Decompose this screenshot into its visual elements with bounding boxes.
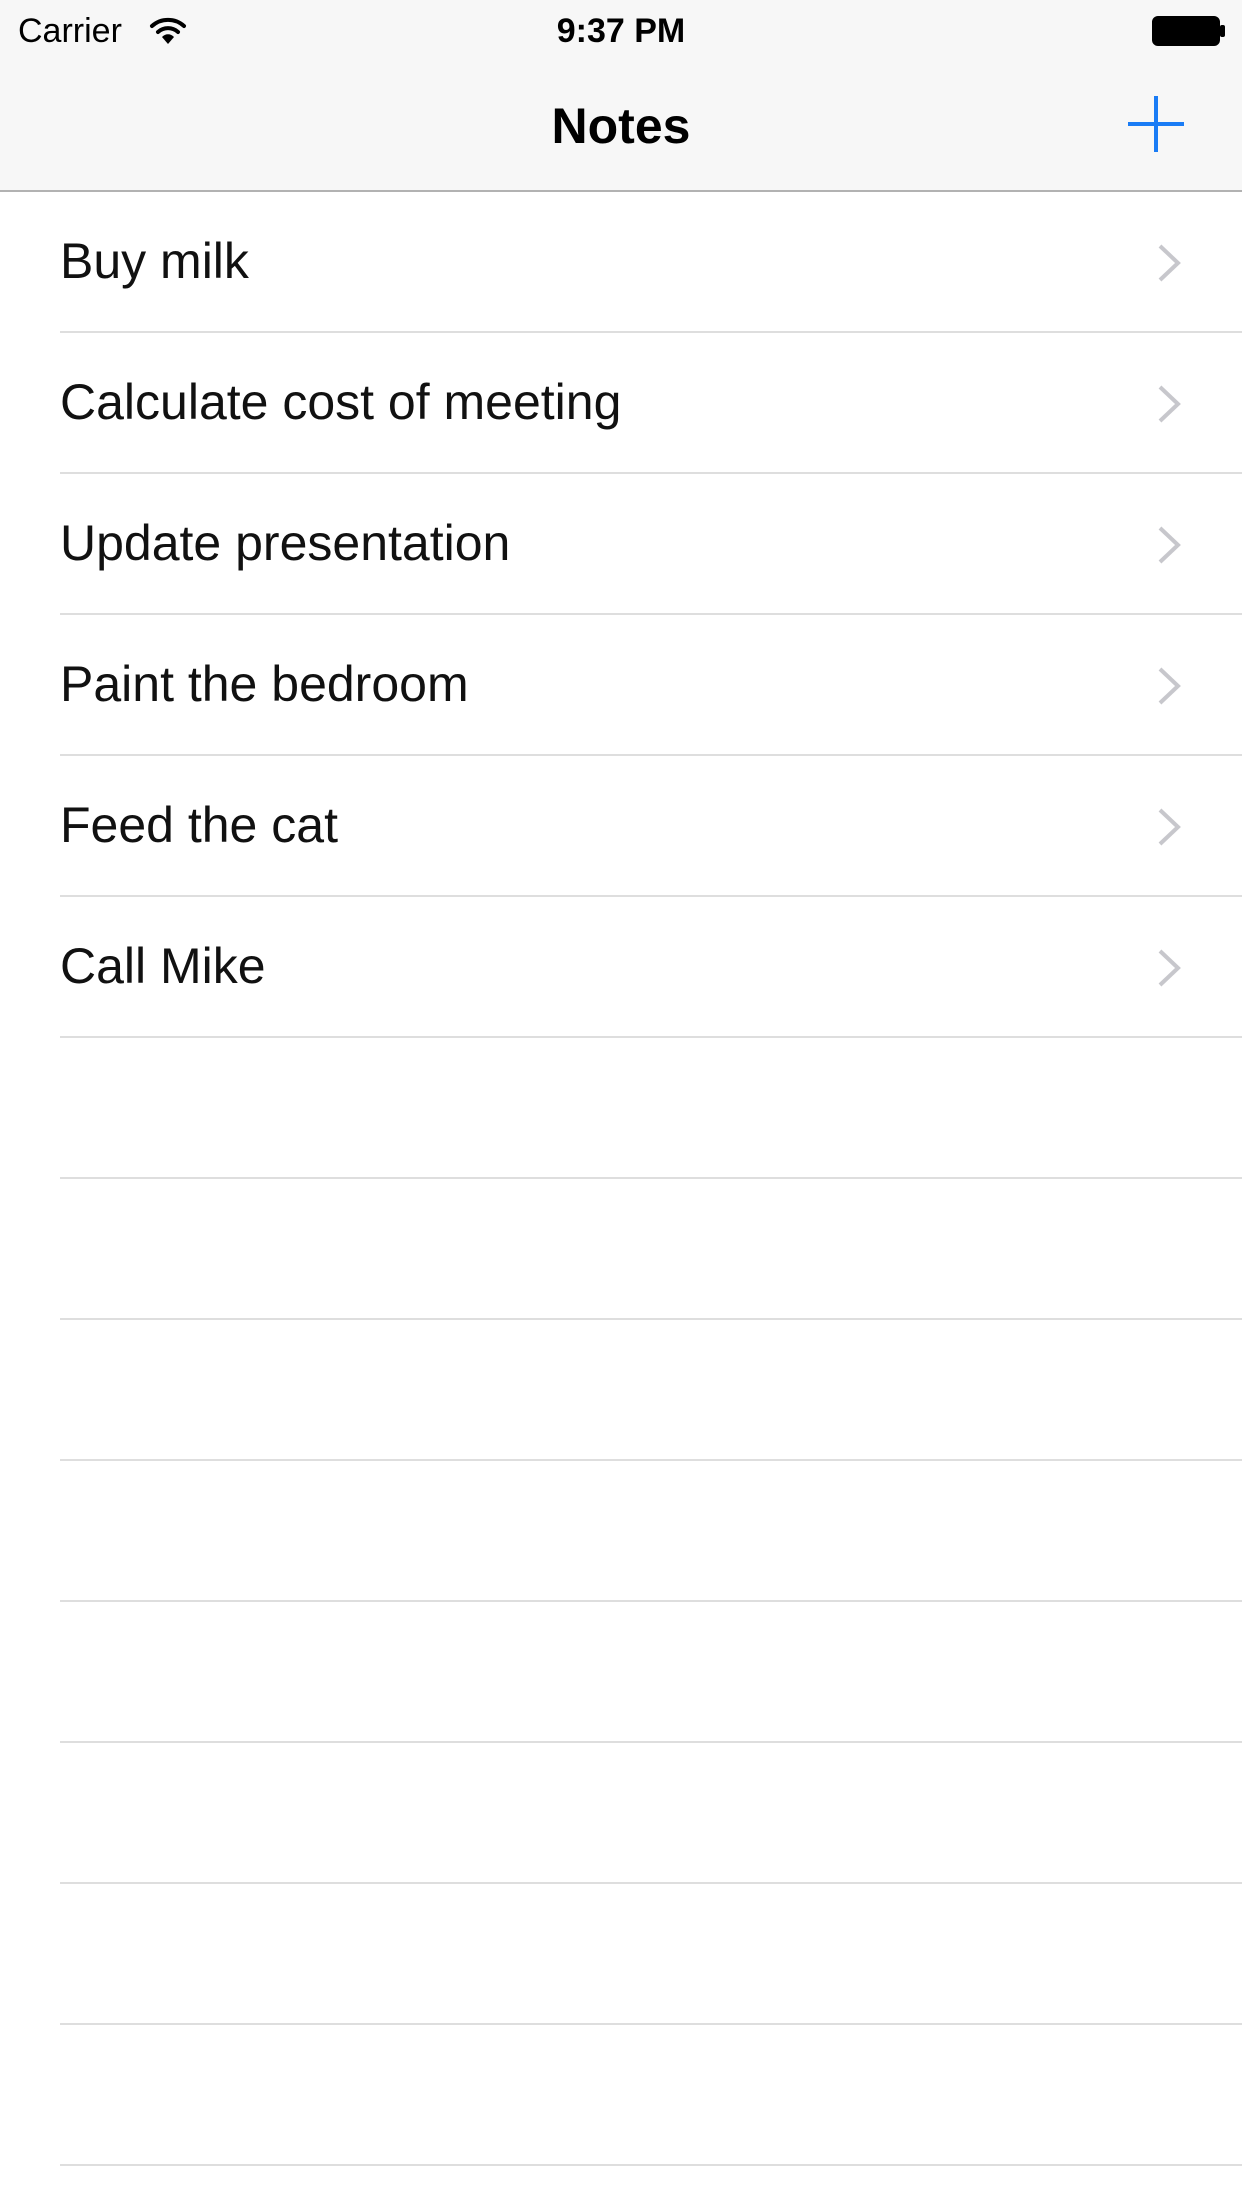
empty-row [0, 1602, 1242, 1743]
empty-row [0, 1179, 1242, 1320]
chevron-right-icon [1158, 949, 1181, 987]
empty-row [0, 1884, 1242, 2025]
plus-icon [1128, 96, 1184, 152]
note-label: Call Mike [60, 938, 266, 994]
empty-row [0, 2025, 1242, 2166]
add-note-button[interactable] [1120, 88, 1192, 160]
empty-row [0, 1320, 1242, 1461]
status-time: 9:37 PM [556, 12, 686, 50]
chevron-right-icon [1158, 385, 1181, 423]
battery-icon [1152, 16, 1225, 46]
chevron-right-icon [1158, 808, 1181, 846]
note-row[interactable]: Call Mike [0, 897, 1242, 1038]
note-row[interactable]: Paint the bedroom [0, 615, 1242, 756]
note-row[interactable]: Feed the cat [0, 756, 1242, 897]
notes-list: Buy milk Calculate cost of meeting Updat… [0, 192, 1242, 2166]
note-label: Calculate cost of meeting [60, 374, 622, 430]
note-label: Buy milk [60, 233, 249, 289]
empty-row [0, 1461, 1242, 1602]
note-label: Feed the cat [60, 797, 338, 853]
empty-row [0, 1038, 1242, 1179]
empty-row [0, 1743, 1242, 1884]
top-bar: Carrier 9:37 PM Notes [0, 0, 1242, 192]
status-bar: Carrier 9:37 PM [0, 0, 1242, 60]
chevron-right-icon [1158, 526, 1181, 564]
note-row[interactable]: Update presentation [0, 474, 1242, 615]
note-label: Update presentation [60, 515, 511, 571]
note-row[interactable]: Buy milk [0, 192, 1242, 333]
navigation-bar: Notes [0, 60, 1242, 192]
chevron-right-icon [1158, 244, 1181, 282]
note-label: Paint the bedroom [60, 656, 469, 712]
page-title: Notes [551, 98, 691, 154]
notes-screen: Carrier 9:37 PM Notes Buy milk Calculate… [0, 0, 1242, 2208]
note-row[interactable]: Calculate cost of meeting [0, 333, 1242, 474]
chevron-right-icon [1158, 667, 1181, 705]
